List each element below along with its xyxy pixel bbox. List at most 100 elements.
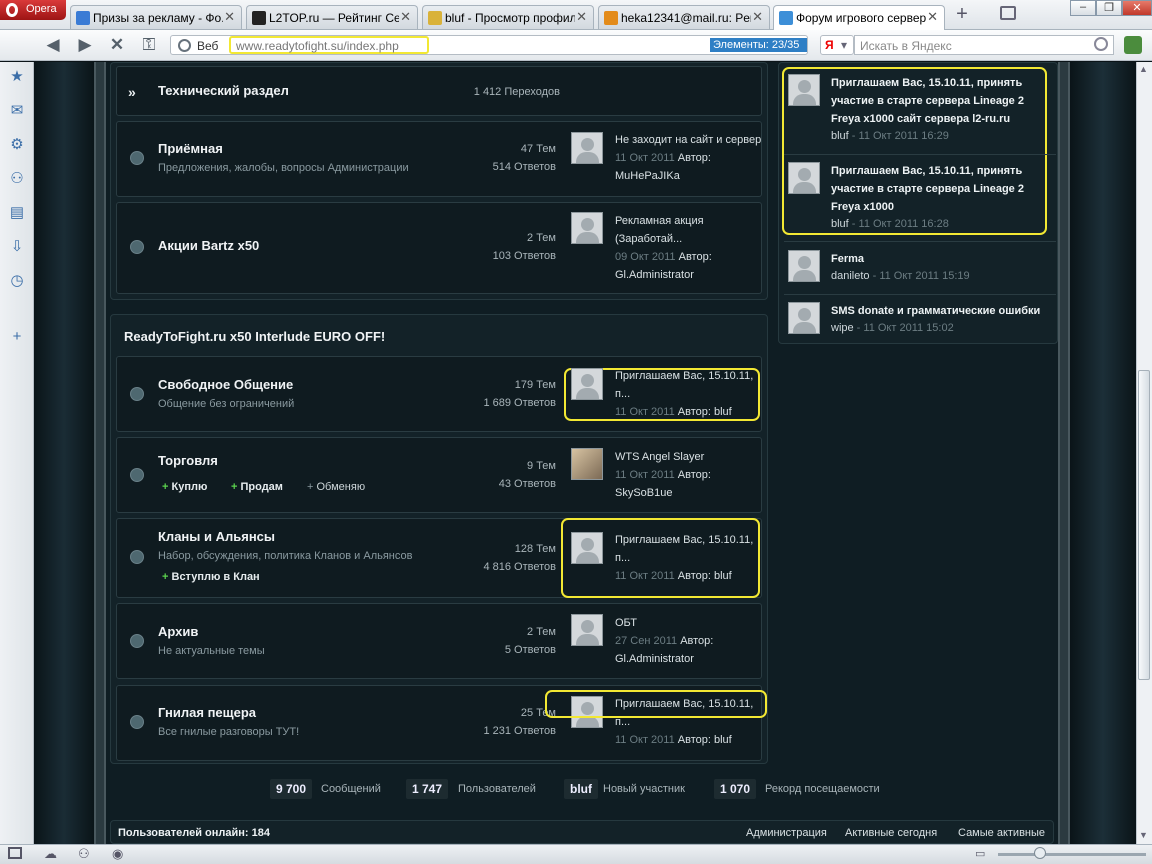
avatar[interactable]: [571, 532, 603, 564]
close-icon[interactable]: ✕: [400, 9, 411, 25]
turbo-icon[interactable]: ◉: [112, 846, 123, 862]
zoom-slider-handle[interactable]: [1034, 847, 1046, 859]
author-label: Автор:: [677, 152, 711, 164]
close-icon[interactable]: ✕: [224, 9, 235, 25]
recent-topic-title[interactable]: Ferma: [831, 250, 1046, 268]
scroll-down-icon[interactable]: ▼: [1139, 830, 1148, 840]
last-post-author[interactable]: bluf: [714, 406, 732, 418]
stop-icon[interactable]: ✕: [106, 36, 128, 54]
browser-tab-5[interactable]: Форум игрового сервер... ✕: [773, 5, 945, 30]
unite-icon[interactable]: ⚇: [78, 846, 90, 862]
forum-title[interactable]: Приёмная: [158, 141, 223, 156]
browser-tab-4[interactable]: heka12341@mail.ru: Per... ✕: [598, 5, 770, 29]
forward-arrow-icon[interactable]: ▶: [74, 36, 96, 54]
minimize-icon[interactable]: –: [1070, 0, 1096, 16]
mail-icon[interactable]: ✉: [8, 102, 26, 120]
recent-topic-author[interactable]: bluf: [831, 218, 849, 230]
last-post-author[interactable]: Gl.Administrator: [615, 266, 725, 284]
subforum-link[interactable]: + Вступлю в Клан: [162, 571, 260, 583]
link-most-active[interactable]: Самые активные: [958, 827, 1045, 839]
close-icon[interactable]: ✕: [576, 9, 587, 25]
forum-title[interactable]: Акции Bartz x50: [158, 238, 259, 253]
last-post-title[interactable]: Приглашаем Вас, 15.10.11, п...: [615, 367, 755, 403]
unite-icon[interactable]: ⚇: [8, 170, 26, 188]
recent-topic-author[interactable]: bluf: [831, 130, 849, 142]
avatar[interactable]: [571, 448, 603, 480]
trash-icon[interactable]: [1000, 6, 1016, 20]
notes-icon[interactable]: ▤: [8, 204, 26, 222]
gear-icon[interactable]: ⚙: [8, 136, 26, 154]
link-administration[interactable]: Администрация: [746, 827, 827, 839]
last-post-title[interactable]: Не заходит на сайт и сервер: [615, 131, 765, 149]
scroll-up-icon[interactable]: ▲: [1139, 64, 1148, 74]
avatar[interactable]: [571, 614, 603, 646]
key-icon[interactable]: ⚿: [138, 36, 160, 54]
close-window-icon[interactable]: ✕: [1122, 0, 1152, 16]
mail-icon[interactable]: [1124, 36, 1142, 54]
opera-menu-button[interactable]: Opera: [0, 0, 66, 20]
cloud-icon[interactable]: ☁: [44, 846, 57, 862]
recent-topic-title[interactable]: SMS donate и грамматические ошибки: [831, 302, 1056, 320]
recent-topic-title[interactable]: Приглашаем Вас, 15.10.11, принять участи…: [831, 162, 1046, 216]
last-post-author[interactable]: bluf: [714, 570, 732, 582]
browser-tab-2[interactable]: L2TOP.ru — Рейтинг Се... ✕: [246, 5, 418, 29]
close-icon[interactable]: ✕: [927, 9, 938, 25]
forum-description: Набор, обсуждения, политика Кланов и Аль…: [158, 550, 413, 562]
forum-title[interactable]: Технический раздел: [158, 83, 289, 98]
view-icon[interactable]: ▭: [975, 847, 985, 860]
recent-topic-title[interactable]: Приглашаем Вас, 15.10.11, принять участи…: [831, 74, 1046, 128]
url-text[interactable]: www.readytofight.su/index.php: [229, 36, 429, 54]
recent-topic-meta: danileto - 11 Окт 2011 15:19: [831, 270, 970, 282]
link-active-today[interactable]: Активные сегодня: [845, 827, 937, 839]
avatar[interactable]: [571, 368, 603, 400]
new-tab-plus-icon[interactable]: +: [952, 4, 972, 25]
recent-topic-author[interactable]: wipe: [831, 322, 854, 334]
category-title[interactable]: ReadyToFight.ru x50 Interlude EURO OFF!: [124, 329, 385, 344]
forum-status-icon: [130, 387, 144, 401]
last-post-title[interactable]: Приглашаем Вас, 15.10.11, п...: [615, 695, 755, 731]
browser-tab-1[interactable]: Призы за рекламу - Фо... ✕: [70, 5, 242, 29]
close-icon[interactable]: ✕: [752, 9, 763, 25]
subforum-link[interactable]: + Обменяю: [307, 481, 365, 493]
last-post-title[interactable]: Рекламная акция (Заработай...: [615, 212, 725, 248]
history-clock-icon[interactable]: ◷: [8, 272, 26, 290]
last-post-author[interactable]: SkySoB1ue: [615, 484, 765, 502]
panel-toggle-icon[interactable]: [8, 847, 22, 859]
tab-favicon-icon: [428, 11, 442, 25]
avatar[interactable]: [571, 212, 603, 244]
avatar[interactable]: [788, 302, 820, 334]
last-post-title[interactable]: ОБТ: [615, 614, 765, 632]
forum-topics: 25 Тем: [520, 707, 556, 719]
search-icon[interactable]: [1094, 37, 1108, 51]
avatar[interactable]: [571, 132, 603, 164]
zoom-slider[interactable]: [998, 853, 1146, 856]
forum-title[interactable]: Гнилая пещера: [158, 705, 256, 720]
search-engine-select[interactable]: Я ▾: [820, 35, 854, 55]
last-post-author[interactable]: Gl.Administrator: [615, 650, 765, 668]
browser-tab-3[interactable]: bluf - Просмотр профиля ✕: [422, 5, 594, 29]
downloads-icon[interactable]: ⇩: [8, 238, 26, 256]
recent-topic-author[interactable]: danileto: [831, 270, 870, 282]
last-post-title[interactable]: WTS Angel Slayer: [615, 448, 765, 466]
search-input[interactable]: Искать в Яндекс: [854, 35, 1114, 55]
last-post-title[interactable]: Приглашаем Вас, 15.10.11, п...: [615, 531, 755, 567]
back-arrow-icon[interactable]: ◀: [42, 36, 64, 54]
forum-replies: 43 Ответов: [498, 478, 556, 490]
forum-title[interactable]: Кланы и Альянсы: [158, 529, 275, 544]
last-post-author[interactable]: bluf: [714, 734, 732, 746]
scrollbar-thumb[interactable]: [1138, 370, 1150, 680]
avatar[interactable]: [788, 250, 820, 282]
forum-title[interactable]: Архив: [158, 624, 198, 639]
avatar[interactable]: [788, 74, 820, 106]
subforum-link[interactable]: + Куплю: [162, 481, 207, 493]
author-label: Автор:: [677, 570, 711, 582]
maximize-icon[interactable]: ❐: [1096, 0, 1122, 16]
last-post-author[interactable]: MuHePaJIKa: [615, 167, 765, 185]
forum-title[interactable]: Торговля: [158, 453, 218, 468]
avatar[interactable]: [788, 162, 820, 194]
bookmarks-star-icon[interactable]: ★: [8, 68, 26, 86]
add-panel-icon[interactable]: +: [8, 328, 26, 346]
stat-newest-member[interactable]: bluf: [564, 779, 598, 799]
subforum-link[interactable]: + Продам: [231, 481, 283, 493]
forum-title[interactable]: Свободное Общение: [158, 377, 293, 392]
